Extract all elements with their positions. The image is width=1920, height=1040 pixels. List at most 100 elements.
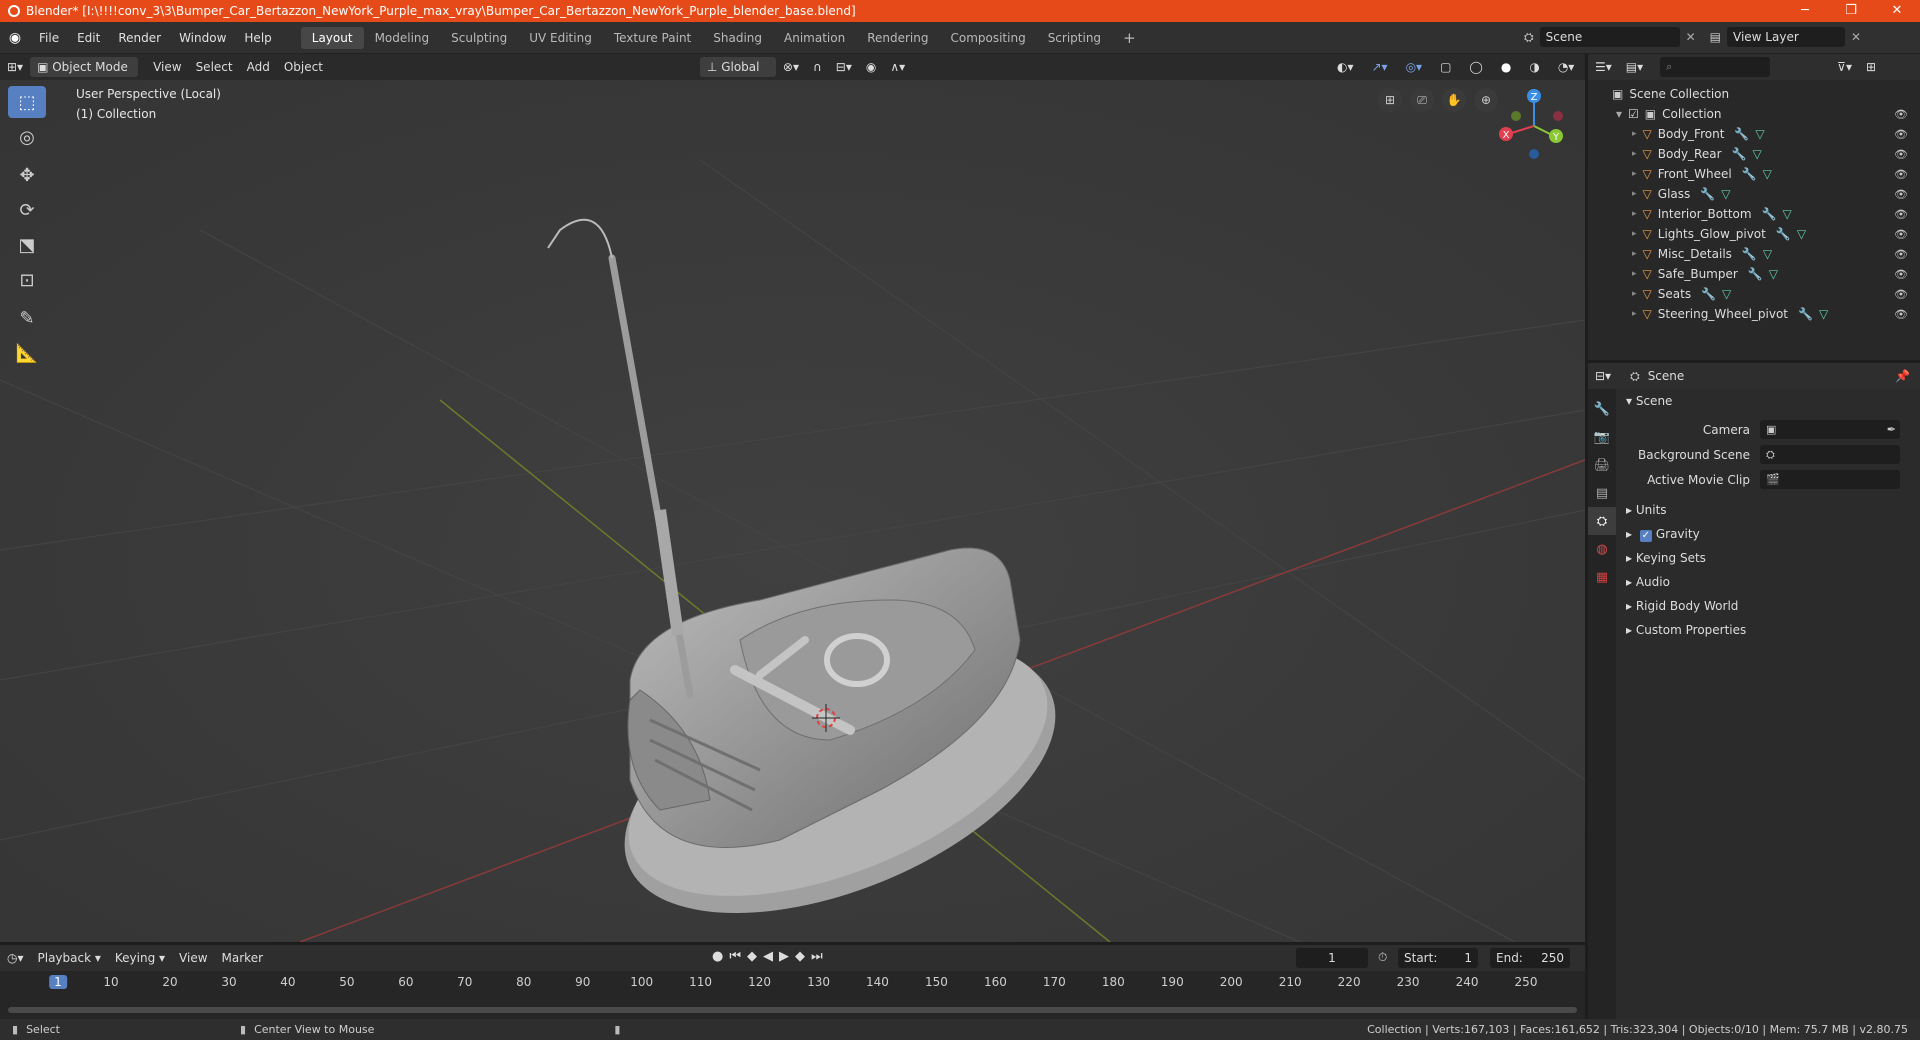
tab-texture-paint[interactable]: Texture Paint xyxy=(603,27,702,49)
expand-icon[interactable]: ▸ xyxy=(1632,229,1637,239)
world-tab-icon[interactable]: ◍ xyxy=(1588,535,1616,563)
mesh-data-icon[interactable]: ▽ xyxy=(1752,147,1761,161)
restore-button[interactable]: ❐ xyxy=(1828,0,1874,22)
xray-icon[interactable]: ▢ xyxy=(1433,57,1458,77)
outliner-object-row[interactable]: ▸ ▽ Steering_Wheel_pivot 🔧 ▽ 👁 xyxy=(1588,304,1920,324)
timeline-editor-icon[interactable]: ◷▾ xyxy=(0,948,31,968)
menu-file[interactable]: File xyxy=(30,27,68,49)
eye-icon[interactable]: 👁 xyxy=(1894,108,1908,121)
collapse-icon[interactable]: ▾ xyxy=(1616,107,1622,121)
proportional-edit-icon[interactable]: ◉ xyxy=(859,57,883,77)
modifier-icon[interactable]: 🔧 xyxy=(1701,287,1716,301)
expand-icon[interactable]: ▸ xyxy=(1632,309,1637,319)
tab-rendering[interactable]: Rendering xyxy=(856,27,939,49)
outliner-scene-collection[interactable]: ▣ Scene Collection xyxy=(1588,84,1920,104)
audio-section[interactable]: ▸ Audio xyxy=(1616,570,1920,594)
end-frame-field[interactable]: End: 250 xyxy=(1490,948,1570,968)
rotate-tool-icon[interactable]: ⟳ xyxy=(8,194,46,226)
mesh-data-icon[interactable]: ▽ xyxy=(1797,227,1806,241)
expand-icon[interactable]: ▸ xyxy=(1632,209,1637,219)
tab-sculpting[interactable]: Sculpting xyxy=(440,27,518,49)
visibility-icon[interactable]: ◐▾ xyxy=(1330,57,1361,77)
play-reverse-icon[interactable]: ◀ xyxy=(763,949,773,964)
modifier-icon[interactable]: 🔧 xyxy=(1776,227,1791,241)
menu-edit[interactable]: Edit xyxy=(68,27,109,49)
outliner-search-input[interactable]: ⌕ xyxy=(1660,57,1771,77)
mesh-data-icon[interactable]: ▽ xyxy=(1763,167,1772,181)
tab-scripting[interactable]: Scripting xyxy=(1037,27,1112,49)
frame-ruler[interactable]: 1 10 20 30 40 50 60 70 80 90 100 110 120 130 140 150 160… xyxy=(0,971,1585,993)
menu-render[interactable]: Render xyxy=(109,27,170,49)
outliner-object-row[interactable]: ▸ ▽ Safe_Bumper 🔧 ▽ 👁 xyxy=(1588,264,1920,284)
timeline-menu-view[interactable]: View xyxy=(172,948,214,968)
tab-compositing[interactable]: Compositing xyxy=(939,27,1036,49)
tab-layout[interactable]: Layout xyxy=(300,26,364,49)
wireframe-shading-icon[interactable]: ◯ xyxy=(1462,57,1489,77)
timeline-menu-playback[interactable]: Playback ▾ xyxy=(31,948,108,968)
move-tool-icon[interactable]: ✥ xyxy=(8,159,46,191)
modifier-icon[interactable]: 🔧 xyxy=(1734,127,1749,141)
jump-end-icon[interactable]: ⏭ xyxy=(811,949,823,964)
timeline-menu-marker[interactable]: Marker xyxy=(215,948,270,968)
properties-editor-icon[interactable]: ⊟▾ xyxy=(1588,366,1618,386)
modifier-icon[interactable]: 🔧 xyxy=(1742,167,1757,181)
outliner-object-row[interactable]: ▸ ▽ Glass 🔧 ▽ 👁 xyxy=(1588,184,1920,204)
output-tab-icon[interactable]: 🖨 xyxy=(1588,451,1616,479)
gravity-section[interactable]: ▸ ✓ Gravity xyxy=(1616,522,1920,546)
pan-hand-icon[interactable]: ✋ xyxy=(1442,88,1466,112)
pivot-icon[interactable]: ⊗▾ xyxy=(776,57,806,77)
scene-tab-icon[interactable]: ⛭ xyxy=(1588,507,1616,535)
eye-icon[interactable]: 👁 xyxy=(1894,308,1908,321)
transform-tool-icon[interactable]: ⊡ xyxy=(8,264,46,296)
viewport-menu-object[interactable]: Object xyxy=(277,57,330,77)
outliner-object-row[interactable]: ▸ ▽ Interior_Bottom 🔧 ▽ 👁 xyxy=(1588,204,1920,224)
viewport-menu-add[interactable]: Add xyxy=(240,57,277,77)
prev-keyframe-icon[interactable]: ◆ xyxy=(747,949,757,964)
expand-icon[interactable]: ▸ xyxy=(1632,129,1637,139)
timeline-menu-keying[interactable]: Keying ▾ xyxy=(108,948,172,968)
checkbox-icon[interactable]: ☑ xyxy=(1628,107,1639,121)
units-section[interactable]: ▸ Units xyxy=(1616,498,1920,522)
scene-section-header[interactable]: ▾ Scene xyxy=(1616,389,1920,413)
eye-icon[interactable]: 👁 xyxy=(1894,208,1908,221)
tab-modeling[interactable]: Modeling xyxy=(364,27,441,49)
cursor-tool-icon[interactable]: ◎ xyxy=(8,121,46,153)
viewport-menu-view[interactable]: View xyxy=(146,57,188,77)
menu-help[interactable]: Help xyxy=(235,27,280,49)
gizmo-icon[interactable]: ↗▾ xyxy=(1365,57,1395,77)
new-collection-icon[interactable]: ⊞ xyxy=(1859,57,1883,77)
blender-menu-icon[interactable]: ◉ xyxy=(0,30,30,46)
mesh-data-icon[interactable]: ▽ xyxy=(1783,207,1792,221)
keying-sets-section[interactable]: ▸ Keying Sets xyxy=(1616,546,1920,570)
pin-icon[interactable]: 📌 xyxy=(1895,369,1910,383)
eye-icon[interactable]: 👁 xyxy=(1894,128,1908,141)
expand-icon[interactable]: ▸ xyxy=(1632,189,1637,199)
outliner-object-row[interactable]: ▸ ▽ Front_Wheel 🔧 ▽ 👁 xyxy=(1588,164,1920,184)
active-movie-clip-field[interactable]: 🎬 xyxy=(1760,470,1900,489)
overlay-icon[interactable]: ◎▾ xyxy=(1399,57,1430,77)
scene-close-icon[interactable]: ✕ xyxy=(1686,30,1696,44)
viewport-menu-select[interactable]: Select xyxy=(189,57,240,77)
eye-icon[interactable]: 👁 xyxy=(1894,228,1908,241)
tool-tab-icon[interactable]: 🔧 xyxy=(1588,395,1616,423)
snap-target-icon[interactable]: ⊟▾ xyxy=(829,57,859,77)
snap-icon[interactable]: ∩ xyxy=(806,57,829,77)
mesh-data-icon[interactable]: ▽ xyxy=(1819,307,1828,321)
expand-icon[interactable]: ▸ xyxy=(1632,249,1637,259)
view-layer-close-icon[interactable]: ✕ xyxy=(1851,30,1861,44)
view-layer-tab-icon[interactable]: ▤ xyxy=(1588,479,1616,507)
minimize-button[interactable]: ─ xyxy=(1782,0,1828,22)
eye-icon[interactable]: 👁 xyxy=(1894,148,1908,161)
stopwatch-icon[interactable]: ⏱ xyxy=(1378,950,1387,965)
current-frame-field[interactable]: 1 xyxy=(1296,948,1368,968)
outliner-collection[interactable]: ▾ ☑ ▣ Collection 👁 xyxy=(1588,104,1920,124)
zoom-icon[interactable]: ⊕ xyxy=(1474,88,1498,112)
modifier-icon[interactable]: 🔧 xyxy=(1742,247,1757,261)
modifier-icon[interactable]: 🔧 xyxy=(1748,267,1763,281)
eye-icon[interactable]: 👁 xyxy=(1894,288,1908,301)
measure-tool-icon[interactable]: 📐 xyxy=(8,337,46,369)
annotate-tool-icon[interactable]: ✎ xyxy=(8,302,46,334)
outliner-object-row[interactable]: ▸ ▽ Body_Rear 🔧 ▽ 👁 xyxy=(1588,144,1920,164)
tab-animation[interactable]: Animation xyxy=(773,27,856,49)
eyedropper-icon[interactable]: ✒ xyxy=(1887,423,1896,436)
